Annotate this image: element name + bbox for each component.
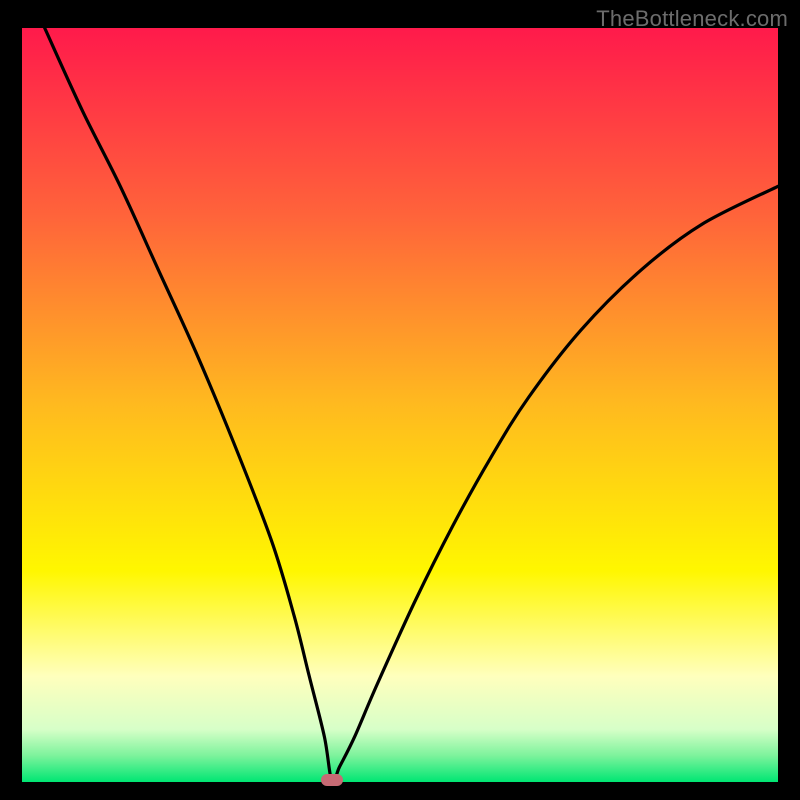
chart-frame: [22, 28, 778, 782]
chart-canvas: [22, 28, 778, 782]
minimum-marker: [321, 774, 343, 786]
gradient-background: [22, 28, 778, 782]
watermark-text: TheBottleneck.com: [596, 6, 788, 32]
